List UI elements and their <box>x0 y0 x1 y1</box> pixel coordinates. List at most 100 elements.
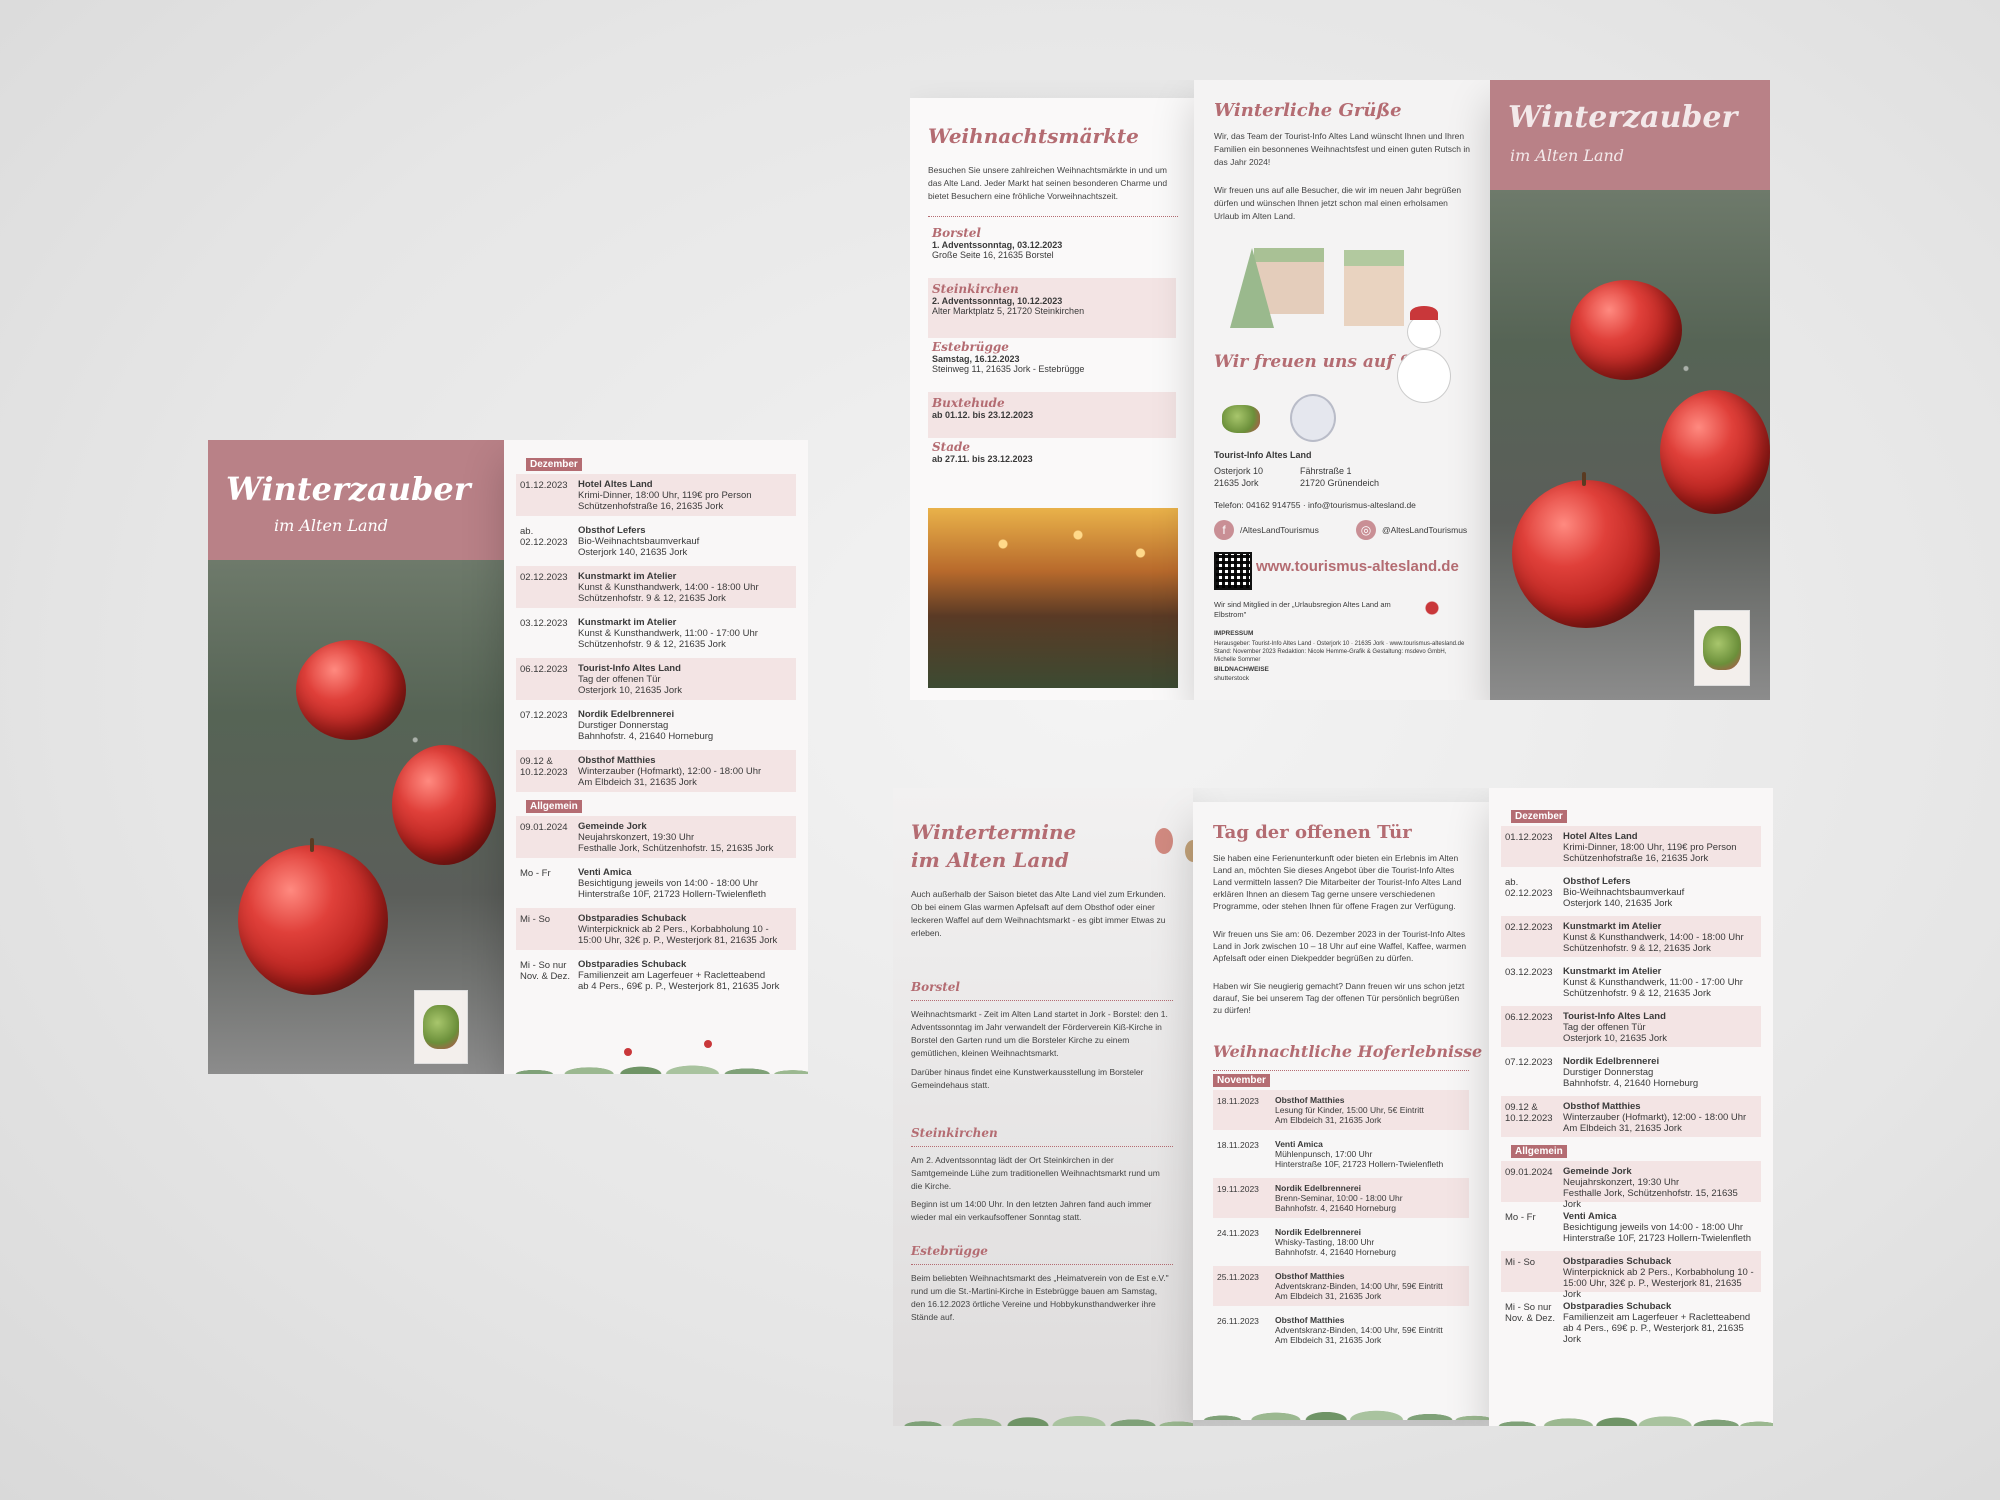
event-date: ab. 02.12.2023 <box>1505 877 1553 899</box>
cover-subtitle: im Alten Land <box>274 516 389 535</box>
event-detail: Tag der offenen Tür <box>1563 1022 1646 1033</box>
event-address: Bahnhofstr. 4, 21640 Horneburg <box>1563 1078 1699 1089</box>
event-row: 07.12.2023 Nordik Edelbrennerei Durstiger … <box>516 704 796 746</box>
event-address: ab 4 Pers., 69€ p. P., Westerjork 81, 21… <box>578 981 780 992</box>
event-name: Tourist-Info Altes Land <box>578 663 681 674</box>
market-date: 1. Adventssonntag, 03.12.2023 <box>932 240 1063 250</box>
event-address: ab 4 Pers., 69€ p. P., Westerjork 81, 21… <box>1563 1323 1744 1345</box>
event-date: Mi - So <box>1505 1257 1536 1268</box>
contact-addr1b: 21635 Jork <box>1214 478 1259 488</box>
event-name: Gemeinde Jork <box>1563 1166 1632 1177</box>
divider <box>911 1000 1173 1001</box>
ornament-decoration <box>1155 828 1173 854</box>
event-name: Hotel Altes Land <box>578 479 653 490</box>
cover-subtitle: im Alten Land <box>1510 146 1625 165</box>
event-date: 07.12.2023 <box>520 710 568 721</box>
event-detail: Durstiger Donnerstag <box>578 720 669 731</box>
top-cover-panel: Winterzauber im Alten Land <box>1490 80 1770 700</box>
month-label: Dezember <box>526 458 582 471</box>
event-date: 09.12 & 10.12.2023 <box>1505 1102 1553 1124</box>
event-address: Bahnhofstr. 4, 21640 Horneburg <box>1275 1247 1396 1257</box>
contact-addr2a: Fährstraße 1 <box>1300 466 1352 476</box>
apple-stem <box>310 838 314 852</box>
event-row: 01.12.2023 Hotel Altes Land Krimi-Dinner, … <box>1501 826 1761 867</box>
event-address: Schützenhofstraße 16, 21635 Jork <box>1563 853 1709 864</box>
event-address: Hinterstraße 10F, 21723 Hollern-Twielenf… <box>578 889 766 900</box>
event-detail: Bio-Weihnachtsbaumverkauf <box>578 536 700 547</box>
winter-s3-title: Estebrügge <box>911 1244 988 1258</box>
event-detail: Bio-Weihnachtsbaumverkauf <box>1563 887 1685 898</box>
event-name: Obsthof Matthies <box>1275 1315 1345 1325</box>
bild-label: BILDNACHWEISE <box>1214 666 1269 673</box>
events-list: Dezember 01.12.2023 Hotel Altes Land Krimi-… <box>1489 788 1773 1368</box>
market-name: Estebrügge <box>932 340 1009 354</box>
event-row: 07.12.2023 Nordik Edelbrennerei Durstiger … <box>1501 1051 1761 1092</box>
market-address: Große Seite 16, 21635 Borstel <box>932 250 1054 260</box>
winter-s1-text2: Darüber hinaus findet eine Kunstwerkauss… <box>911 1067 1144 1090</box>
event-row: Mo - Fr Venti Amica Besichtigung jeweils v… <box>1501 1206 1761 1247</box>
event-date: ab. 02.12.2023 <box>520 526 568 548</box>
facebook-icon[interactable]: f <box>1214 520 1234 540</box>
facebook-handle[interactable]: /AltesLandTourismus <box>1240 525 1350 535</box>
region-logo <box>1420 598 1460 618</box>
impressum-label: IMPRESSUM <box>1214 630 1254 637</box>
cover-banner <box>1490 80 1770 198</box>
openday-p3: Haben wir Sie neugierig gemacht? Dann fr… <box>1213 981 1465 1015</box>
event-address: Festhalle Jork, Schützenhofstr. 15, 2163… <box>578 843 774 854</box>
event-detail: Krimi-Dinner, 18:00 Uhr, 119€ pro Person <box>578 490 752 501</box>
greetings-p2: Wir freuen uns auf alle Besucher, die wi… <box>1214 185 1462 221</box>
month-label: Allgemein <box>526 800 582 813</box>
event-name: Obstparadies Schuback <box>1563 1301 1672 1312</box>
divider <box>1213 1070 1469 1071</box>
event-date: 06.12.2023 <box>1505 1012 1553 1023</box>
event-name: Hotel Altes Land <box>1563 831 1638 842</box>
snowman-illustration <box>1394 306 1454 436</box>
event-row: 02.12.2023 Kunstmarkt im Atelier Kunst & K… <box>1501 916 1761 957</box>
farms-list: November 18.11.2023 Obsthof Matthies Lesung… <box>1193 1074 1489 1354</box>
market-address: Steinweg 11, 21635 Jork - Estebrügge <box>932 364 1085 374</box>
openday-p2: Wir freuen uns Sie am: 06. Dezember 2023… <box>1213 929 1467 963</box>
market-name: Steinkirchen <box>932 282 1019 296</box>
event-detail: Adventskranz-Binden, 14:00 Uhr, 59€ Eint… <box>1275 1325 1443 1335</box>
event-name: Obstparadies Schuback <box>578 913 687 924</box>
apple <box>296 640 406 740</box>
website-link[interactable]: www.tourismus-altesland.de <box>1256 558 1459 575</box>
event-detail: Tag der offenen Tür <box>578 674 661 685</box>
event-name: Kunstmarkt im Atelier <box>578 617 677 628</box>
market-address: Alter Marktplatz 5, 21720 Steinkirchen <box>932 306 1085 316</box>
event-row: ab. 02.12.2023 Obsthof Lefers Bio-Weihnach… <box>516 520 796 562</box>
instagram-icon[interactable]: ◎ <box>1356 520 1376 540</box>
apple-stem <box>1582 472 1586 486</box>
event-name: Obsthof Matthies <box>1275 1271 1345 1281</box>
market-item: Estebrügge Samstag, 16.12.2023 Steinweg 11… <box>928 336 1176 394</box>
event-detail: Familienzeit am Lagerfeuer + Racletteabe… <box>578 970 766 981</box>
greenery-decoration <box>1193 1356 1489 1420</box>
market-photo <box>928 508 1178 688</box>
bottom-flyer: Wintertermine im Alten Land Auch außerha… <box>893 788 1773 1426</box>
event-date: 18.11.2023 <box>1217 1096 1259 1106</box>
event-row: 09.12 & 10.12.2023 Obsthof Matthies Winter… <box>516 750 796 792</box>
market-date: ab 27.11. bis 23.12.2023 <box>932 454 1033 464</box>
event-detail: Winterpicknick ab 2 Pers., Korbabholung … <box>578 924 778 946</box>
event-row: Mi - So Obstparadies Schuback Winterpickni… <box>1501 1251 1761 1300</box>
winter-title: Wintertermine im Alten Land <box>911 820 1077 872</box>
event-detail: Kunst & Kunsthandwerk, 14:00 - 18:00 Uhr <box>578 582 759 593</box>
contact-phone: Telefon: 04162 914755 · info@tourismus-a… <box>1214 500 1416 510</box>
market-item: Steinkirchen 2. Adventssonntag, 10.12.202… <box>928 278 1176 338</box>
event-detail: Brenn-Seminar, 10:00 - 18:00 Uhr <box>1275 1193 1403 1203</box>
event-date: 07.12.2023 <box>1505 1057 1553 1068</box>
divider <box>928 216 1178 217</box>
event-address: Schützenhofstr. 9 & 12, 21635 Jork <box>1563 988 1711 999</box>
qr-code[interactable] <box>1214 552 1252 590</box>
ornament-decoration <box>1185 840 1193 862</box>
event-row: Mo - Fr Venti Amica Besichtigung jeweils v… <box>516 862 796 904</box>
event-row: Mi - So nur Nov. & Dez. Obstparadies Schu… <box>516 954 796 996</box>
event-detail: Whisky-Tasting, 18:00 Uhr <box>1275 1237 1375 1247</box>
instagram-handle[interactable]: @AltesLandTourismus <box>1382 525 1467 535</box>
event-address: Am Elbdeich 31, 21635 Jork <box>1275 1115 1382 1125</box>
winter-panel: Wintertermine im Alten Land Auch außerha… <box>893 788 1193 1426</box>
event-row: 06.12.2023 Tourist-Info Altes Land Tag der… <box>1501 1006 1761 1047</box>
greenery-decoration <box>1489 1362 1773 1426</box>
openday-title: Tag der offenen Tür <box>1213 822 1412 843</box>
market-item: Buxtehude ab 01.12. bis 23.12.2023 <box>928 392 1176 438</box>
